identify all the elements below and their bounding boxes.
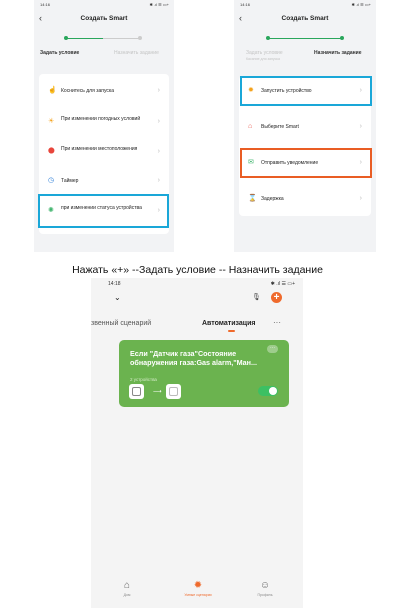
smart-scenes-icon: ✹ bbox=[193, 580, 203, 591]
page-title: Создать Smart bbox=[281, 15, 329, 22]
automation-title: Если "Датчик газа"Состояние обнаружения … bbox=[130, 349, 258, 367]
chevron-right-icon: › bbox=[157, 87, 160, 94]
nav-profile[interactable]: ☺ Профиль bbox=[240, 580, 290, 597]
automation-card[interactable]: Если "Датчик газа"Состояние обнаружения … bbox=[119, 340, 289, 407]
target-device-icon bbox=[166, 384, 181, 399]
add-icon[interactable]: + bbox=[271, 292, 282, 303]
automation-screen: 14:18 ✱ .ıl ☰ ▭+ ⌄ 🎙 + звенный сценарий … bbox=[91, 278, 303, 608]
step2-dot bbox=[138, 36, 142, 40]
profile-icon: ☺ bbox=[259, 580, 271, 591]
bottom-navigation: ⌂ Дом ✹ Умные сценарии ☺ Профиль bbox=[91, 580, 303, 608]
hourglass-icon: ⌛ bbox=[248, 195, 257, 202]
tab-automation[interactable]: Автоматизация bbox=[202, 320, 255, 327]
step2-label: Назначить задание bbox=[114, 50, 159, 56]
chevron-down-icon[interactable]: ⌄ bbox=[114, 293, 121, 302]
nav-smart-scenes[interactable]: ✹ Умные сценарии bbox=[173, 580, 223, 597]
option-delay[interactable]: ⌛ Задержка › bbox=[239, 192, 371, 206]
gas-sensor-device-icon bbox=[129, 384, 144, 399]
step2-dot bbox=[340, 36, 344, 40]
step2-label: Назначить задание bbox=[314, 50, 362, 56]
status-time: 14:16 bbox=[40, 2, 51, 7]
status-bar: 14:16 ✱ .ıl ☰ ▭+ bbox=[234, 0, 376, 9]
step-progress bbox=[268, 38, 342, 39]
status-icons: ✱ .ıl ☰ ▭+ bbox=[149, 2, 170, 7]
automation-device-count: 2 устройства bbox=[130, 377, 157, 382]
status-icons: ✱ .ıl ☰ ▭+ bbox=[351, 2, 372, 7]
step1-label: Задать условие bbox=[246, 50, 283, 56]
left-screen: 14:16 ✱ .ıl ☰ ▭+ ‹ Создать Smart Задать … bbox=[34, 0, 174, 252]
step1-sub: Касание для запуска bbox=[246, 57, 280, 61]
step1-label: Задать условие bbox=[40, 50, 80, 56]
option-tap-to-run[interactable]: ☝ Коснитесь для запуска › bbox=[39, 84, 169, 98]
card-more-icon[interactable]: ··· bbox=[267, 345, 278, 353]
option-select-smart[interactable]: ⌂ Выберите Smart › bbox=[239, 120, 371, 134]
page-title: Создать Smart bbox=[80, 15, 128, 22]
chevron-right-icon: › bbox=[157, 148, 160, 155]
right-screen: 14:16 ✱ .ıl ☰ ▭+ ‹ Создать Smart Задать … bbox=[234, 0, 376, 252]
option-location-change[interactable]: ⬤ При изменении местоположения › bbox=[39, 144, 169, 160]
chevron-right-icon: › bbox=[359, 195, 362, 202]
chevron-right-icon: › bbox=[157, 177, 160, 184]
location-pin-icon: ⬤ bbox=[48, 148, 55, 154]
microphone-icon[interactable]: 🎙 bbox=[252, 293, 261, 301]
nav-home[interactable]: ⌂ Дом bbox=[102, 580, 152, 597]
step1-dot bbox=[64, 36, 68, 40]
arrow-right-icon: ⟶ bbox=[153, 389, 162, 395]
more-icon[interactable]: ··· bbox=[273, 318, 281, 327]
tab-scenes[interactable]: звенный сценарий bbox=[91, 320, 151, 327]
sun-icon: ☀ bbox=[48, 118, 55, 125]
chevron-right-icon: › bbox=[157, 118, 160, 125]
active-tab-indicator bbox=[228, 330, 235, 332]
chevron-right-icon: › bbox=[359, 123, 362, 130]
clock-icon: ◷ bbox=[48, 177, 55, 184]
status-time: 14:16 bbox=[240, 2, 251, 7]
step1-dot bbox=[266, 36, 270, 40]
status-time: 14:18 bbox=[108, 281, 121, 287]
option-weather-change[interactable]: ☀ При изменении погодных условий › bbox=[39, 114, 169, 130]
highlight-run-device bbox=[240, 76, 372, 106]
instruction-caption: Нажать «+» --Задать условие -- Назначить… bbox=[72, 264, 323, 276]
home-icon: ⌂ bbox=[123, 580, 131, 591]
smart-scene-icon: ⌂ bbox=[248, 123, 253, 130]
status-icons: ✱ .ıl ☰ ▭+ bbox=[270, 281, 295, 287]
hand-touch-icon: ☝ bbox=[48, 87, 57, 94]
highlight-device-status bbox=[38, 194, 169, 228]
status-bar: 14:16 ✱ .ıl ☰ ▭+ bbox=[34, 0, 174, 9]
highlight-send-notification bbox=[240, 148, 372, 178]
step-progress bbox=[66, 38, 140, 39]
automation-toggle[interactable] bbox=[258, 386, 278, 396]
option-timer[interactable]: ◷ Таймер › bbox=[39, 174, 169, 188]
